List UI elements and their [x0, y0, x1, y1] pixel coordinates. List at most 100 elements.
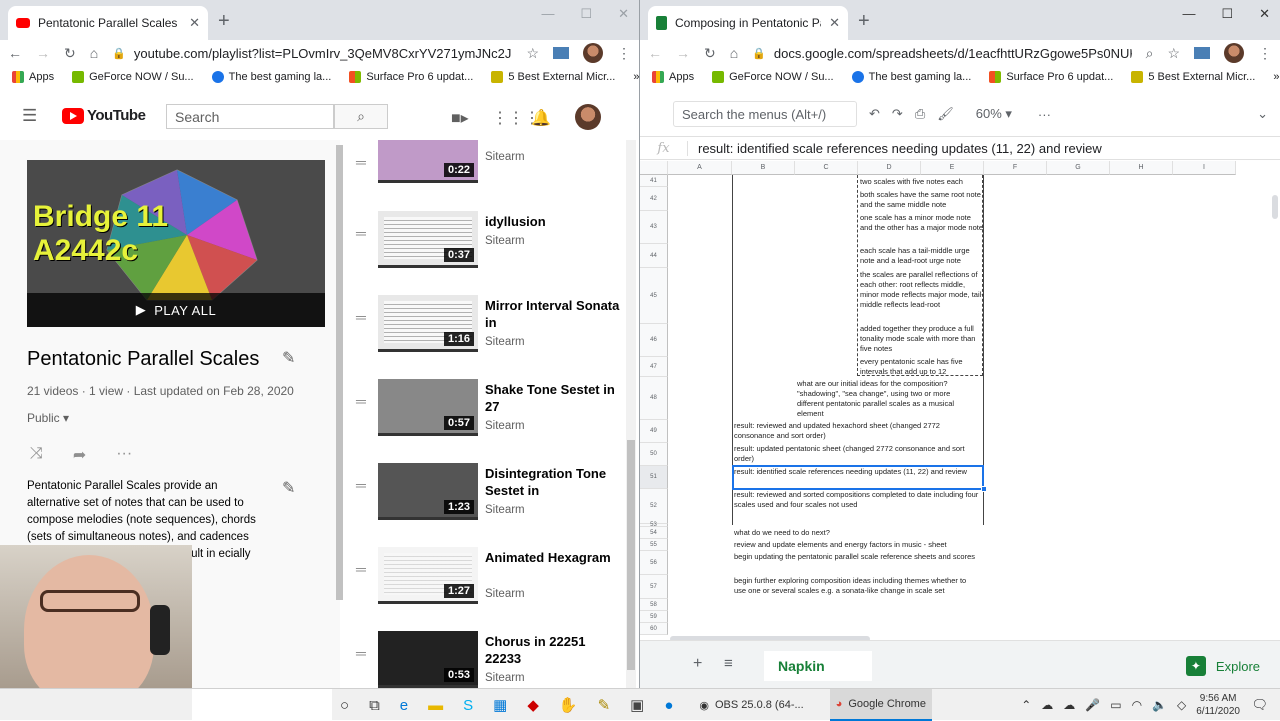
dropbox-icon[interactable]: ◇ — [1177, 698, 1186, 712]
tab-youtube[interactable]: Pentatonic Parallel Scales - YouTube ✕ — [8, 6, 208, 40]
notification-center-icon[interactable]: 🗨 — [1251, 697, 1268, 713]
video-title[interactable]: Mirror Interval Sonata in — [485, 297, 625, 331]
bookmark-apps[interactable]: Apps — [12, 71, 54, 83]
bookmark-geforce[interactable]: GeForce NOW / Su... — [712, 71, 834, 83]
file-explorer-icon[interactable]: ▬ — [428, 697, 443, 714]
share-icon[interactable]: ➦ — [73, 445, 86, 465]
calendar-icon[interactable]: ▦ — [493, 696, 507, 714]
print-icon[interactable]: ⎙ — [915, 106, 925, 122]
hamburger-menu-icon[interactable]: ☰ — [22, 106, 37, 126]
bookmark-micr[interactable]: 5 Best External Micr... — [1131, 71, 1255, 83]
column-header[interactable]: E — [921, 161, 984, 175]
video-title[interactable]: Animated Hexagram — [485, 549, 625, 566]
row-header[interactable]: 45 — [640, 268, 668, 324]
drag-handle-icon[interactable]: ═ — [356, 393, 366, 409]
youtube-search-input[interactable]: Search — [166, 104, 334, 129]
fill-handle[interactable] — [981, 486, 987, 492]
row-header[interactable]: 54 — [640, 527, 668, 539]
minimize-icon[interactable]: — — [541, 6, 554, 22]
row-header[interactable]: 48 — [640, 377, 668, 420]
formula-input[interactable]: result: identified scale references need… — [698, 141, 1102, 156]
cell-text[interactable]: begin updating the pentatonic parallel s… — [734, 552, 979, 562]
youtube-logo[interactable]: YouTube — [62, 107, 146, 124]
row-header[interactable]: 42 — [640, 187, 668, 211]
app-icon[interactable]: ✋ — [559, 696, 578, 714]
bookmark-micr[interactable]: 5 Best External Micr... — [491, 71, 615, 83]
row-header[interactable]: 44 — [640, 244, 668, 268]
microphone-icon[interactable]: 🎤 — [1085, 698, 1100, 712]
row-header[interactable]: 52 — [640, 489, 668, 524]
taskbar-app-obs[interactable]: ◉ OBS 25.0.8 (64-... — [693, 689, 809, 721]
back-icon[interactable]: ← — [8, 45, 22, 61]
video-channel[interactable]: Sitearm — [485, 504, 525, 516]
vertical-scrollbar[interactable] — [1272, 195, 1278, 219]
video-channel[interactable]: Sitearm — [485, 235, 525, 247]
more-tools-icon[interactable]: ··· — [1038, 107, 1051, 122]
column-header[interactable]: H — [1110, 161, 1173, 175]
bookmark-star-icon[interactable]: ☆ — [1167, 45, 1180, 62]
app-icon[interactable]: ▣ — [630, 696, 644, 714]
new-tab-icon[interactable]: + — [858, 10, 870, 33]
row-header[interactable]: 43 — [640, 211, 668, 244]
address-bar[interactable]: 🔒 youtube.com/playlist?list=PLOvmIrv_3Qe… — [112, 42, 513, 64]
redo-icon[interactable]: ↷ — [892, 106, 903, 122]
task-view-icon[interactable]: ⧉ — [369, 697, 380, 714]
video-item[interactable]: ═ 0:53 Chorus in 22251 22233 Sitearm — [352, 631, 628, 688]
drag-handle-icon[interactable]: ═ — [356, 225, 366, 241]
video-item[interactable]: ═ 0:57 Shake Tone Sestet in 27 Sitearm — [352, 379, 628, 459]
cell-text[interactable]: what are our initial ideas for the compo… — [797, 379, 979, 419]
column-header[interactable]: I — [1173, 161, 1236, 175]
row-header[interactable]: 50 — [640, 443, 668, 466]
close-tab-icon[interactable]: ✕ — [189, 15, 200, 31]
row-header[interactable]: 41 — [640, 175, 668, 187]
home-icon[interactable]: ⌂ — [90, 45, 98, 61]
video-thumbnail[interactable]: 0:53 — [378, 631, 478, 688]
video-channel[interactable]: Sitearm — [485, 336, 525, 348]
shuffle-icon[interactable]: ⤨ — [30, 445, 43, 465]
row-header[interactable]: 58 — [640, 599, 668, 611]
video-channel[interactable]: Sitearm — [485, 672, 525, 684]
tray-chevron-icon[interactable]: ⌃ — [1021, 698, 1031, 712]
search-button[interactable]: ⌕ — [334, 104, 388, 129]
cell-text[interactable]: result: identified scale references need… — [734, 467, 979, 477]
cell-text[interactable]: result: reviewed and sorted compositions… — [734, 490, 979, 510]
bookmark-gaming[interactable]: The best gaming la... — [851, 71, 971, 83]
video-thumbnail[interactable]: 1:27 — [378, 547, 478, 604]
video-title[interactable]: idyllusion — [485, 213, 625, 230]
column-header[interactable]: A — [668, 161, 732, 175]
more-actions-icon[interactable]: ··· — [116, 445, 132, 465]
cell-text[interactable]: the scales are parallel reflections of e… — [860, 270, 984, 310]
panel-scrollbar[interactable] — [336, 145, 343, 600]
cell-text[interactable]: every pentatonic scale has five interval… — [860, 357, 984, 377]
row-header[interactable]: 55 — [640, 539, 668, 551]
paint-format-icon[interactable]: 🖌 — [937, 106, 954, 122]
app-icon[interactable]: ● — [664, 697, 673, 714]
cell-text[interactable]: what do we need to do next? — [734, 528, 979, 538]
bookmark-apps[interactable]: Apps — [652, 71, 694, 83]
maximize-icon[interactable]: ☐ — [1221, 6, 1233, 22]
back-icon[interactable]: ← — [648, 45, 662, 61]
playlist-hero-thumbnail[interactable]: Bridge 11 A2442c ▶ PLAY ALL — [27, 160, 325, 327]
privacy-dropdown[interactable]: Public ▾ — [27, 411, 69, 425]
video-item[interactable]: ═ 1:23 Disintegration Tone Sestet in Sit… — [352, 463, 628, 543]
video-channel[interactable]: Sitearm — [485, 588, 525, 600]
close-tab-icon[interactable]: ✕ — [829, 15, 840, 31]
menu-dots-icon[interactable]: ⋮ — [1258, 45, 1272, 62]
column-header[interactable]: C — [795, 161, 858, 175]
cell-text[interactable]: two scales with five notes each — [860, 177, 984, 187]
cloud-icon[interactable]: ☁ — [1063, 698, 1075, 712]
explore-button[interactable]: ✦ Explore — [1185, 651, 1260, 681]
edge-icon[interactable]: e — [400, 697, 408, 714]
undo-icon[interactable]: ↶ — [869, 106, 880, 122]
bookmark-surface[interactable]: Surface Pro 6 updat... — [989, 71, 1113, 83]
forward-icon[interactable]: → — [36, 45, 50, 61]
cell-text[interactable]: added together they produce a full tonal… — [860, 324, 984, 354]
play-all-button[interactable]: ▶ PLAY ALL — [27, 293, 325, 327]
video-channel[interactable]: Sitearm — [485, 420, 525, 432]
corner-header[interactable] — [640, 161, 668, 175]
bookmark-surface[interactable]: Surface Pro 6 updat... — [349, 71, 473, 83]
row-header[interactable]: 56 — [640, 551, 668, 575]
video-channel[interactable]: Sitearm — [485, 151, 525, 163]
column-header[interactable]: B — [732, 161, 795, 175]
onedrive-icon[interactable]: ☁ — [1041, 698, 1053, 712]
